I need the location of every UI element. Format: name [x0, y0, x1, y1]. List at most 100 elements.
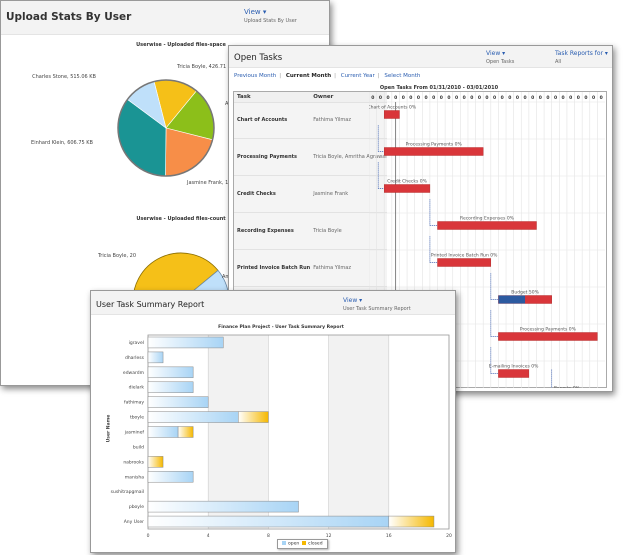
view-menu[interactable]: View ▾ — [486, 50, 505, 57]
gantt-tick-label: 0 — [501, 95, 504, 101]
bar-open — [147, 336, 224, 349]
bar-open — [147, 471, 194, 483]
gantt-bar-label: Processing Payments 0% — [520, 327, 577, 333]
gantt-bar — [437, 258, 492, 267]
gantt-tick-label: 0 — [508, 95, 511, 101]
gantt-tick-label: 0 — [417, 95, 420, 101]
pie-label: Charles Stone, 515.06 KB — [32, 74, 96, 80]
column-task: Task — [234, 92, 311, 103]
bar-open — [147, 500, 299, 513]
gantt-bar-label: Credit Checks 0% — [387, 179, 427, 185]
task-name: Credit Checks — [234, 175, 311, 214]
bar-open — [147, 366, 194, 379]
pie-label: Tricia Boyle, 426.71 KB — [176, 64, 235, 70]
link-select-month[interactable]: Select Month — [384, 73, 420, 79]
gantt-tick-label: 0 — [569, 95, 572, 101]
y-tick-label: dharless — [125, 355, 145, 361]
gantt-tick-label: 0 — [554, 95, 557, 101]
gantt-tick-label: 0 — [546, 95, 549, 101]
x-tick-label: 16 — [386, 533, 392, 539]
gantt-bar-label: E-mailing Invoices 0% — [489, 364, 539, 370]
link-current-month[interactable]: Current Month — [286, 73, 331, 79]
gantt-dependency-link — [429, 199, 438, 226]
gantt-tick-label: 0 — [478, 95, 481, 101]
legend-swatch-closed — [302, 541, 307, 545]
task-name: Printed Invoice Batch Run — [234, 249, 311, 287]
gantt-bar — [384, 184, 431, 193]
grid-band — [208, 335, 269, 529]
gantt-tick-label: 0 — [470, 95, 473, 101]
gantt-tick-label: 0 — [516, 95, 519, 101]
gantt-tick-label: 0 — [455, 95, 458, 101]
bar-open — [147, 515, 390, 528]
table-row[interactable]: Credit Checks Jasmine Frank — [234, 175, 387, 214]
gantt-tick-label: 0 — [485, 95, 488, 101]
task-name: Processing Payments — [234, 138, 311, 177]
gantt-tick-label: 0 — [425, 95, 428, 101]
gantt-bar-label: Chart of Accounts 0% — [369, 105, 417, 111]
bar-closed — [388, 515, 435, 528]
gantt-tick-label: 0 — [394, 95, 397, 101]
task-reports-subtitle: All — [555, 59, 562, 65]
y-tick-label: edwardm — [123, 370, 144, 376]
gantt-bar-label: Recording Expenses 0% — [460, 216, 515, 222]
task-reports-menu[interactable]: Task Reports for ▾ — [555, 50, 608, 57]
gantt-tick-label: 0 — [584, 95, 587, 101]
gantt-tick-label: 0 — [432, 95, 435, 101]
y-tick-label: pboyle — [129, 504, 144, 510]
table-row[interactable]: Processing Payments Tricia Boyle, Amritha… — [234, 138, 387, 177]
gantt-bar-label: Processing Payments 0% — [406, 142, 463, 148]
gantt-tick-label: 0 — [409, 95, 412, 101]
y-tick-label: igravel — [129, 340, 144, 346]
y-tick-label: tboyle — [130, 415, 144, 421]
table-row[interactable]: Chart of Accounts Fathima Yilmaz — [234, 102, 387, 140]
gantt-tick-label: 0 — [592, 95, 595, 101]
gantt-tick-label: 0 — [531, 95, 534, 101]
gantt-bar-label: Budget 50% — [511, 290, 539, 296]
bar-closed — [238, 411, 269, 423]
panel-title: Open Tasks — [234, 53, 283, 63]
panel-header: Open Tasks View ▾ Open Tasks Task Report… — [229, 46, 612, 68]
bar-open — [147, 396, 209, 408]
y-tick-label: dielark — [129, 385, 145, 391]
bar-open — [147, 426, 179, 438]
gantt-dependency-link — [490, 310, 499, 337]
gantt-tick-label: 0 — [379, 95, 382, 101]
task-name: Recording Expenses — [234, 212, 311, 251]
gantt-tick-label: 0 — [523, 95, 526, 101]
x-tick-label: 20 — [446, 533, 452, 539]
legend-closed: closed — [308, 541, 323, 547]
gantt-bar — [384, 147, 484, 156]
table-row[interactable]: Recording Expenses Tricia Boyle — [234, 212, 387, 251]
gantt-tick-label: 0 — [600, 95, 603, 101]
legend-open: open — [288, 541, 300, 547]
period-links: Previous Month | Current Month | Current Y… — [234, 73, 421, 79]
x-tick-label: 0 — [147, 533, 150, 539]
gantt-bar-label: Printed Invoice Batch Run 0% — [431, 253, 498, 259]
gantt-tick-label: 0 — [402, 95, 405, 101]
y-tick-label: manisha — [125, 474, 144, 480]
table-row[interactable]: Printed Invoice Batch Run Fathima Yilmaz — [234, 249, 387, 287]
x-tick-label: 8 — [267, 533, 270, 539]
y-tick-label: nabrooks — [123, 459, 144, 465]
link-previous-month[interactable]: Previous Month — [234, 73, 276, 79]
gantt-tick-label: 0 — [440, 95, 443, 101]
gantt-dependency-link — [377, 125, 385, 152]
gantt-tick-label: 0 — [447, 95, 450, 101]
y-tick-label: jasminef — [124, 430, 145, 436]
user-task-summary-panel: User Task Summary Report View ▾ User Tas… — [90, 290, 456, 553]
bar-closed — [147, 456, 164, 468]
view-subtitle: Open Tasks — [486, 59, 515, 65]
gantt-bar — [384, 110, 400, 119]
gantt-dependency-link — [551, 369, 553, 388]
task-name: Chart of Accounts — [234, 102, 311, 140]
y-tick-label: sushitrapgmail — [111, 489, 144, 495]
gantt-bar — [437, 221, 537, 230]
gantt-tick-label: 0 — [371, 95, 374, 101]
link-current-year[interactable]: Current Year — [341, 73, 375, 79]
bar-open — [147, 381, 194, 393]
gantt-bar — [498, 369, 530, 378]
gantt-bar — [498, 332, 598, 341]
pie-label: Einhard Klein, 606.75 KB — [31, 140, 94, 146]
gantt-tick-label: 0 — [463, 95, 466, 101]
